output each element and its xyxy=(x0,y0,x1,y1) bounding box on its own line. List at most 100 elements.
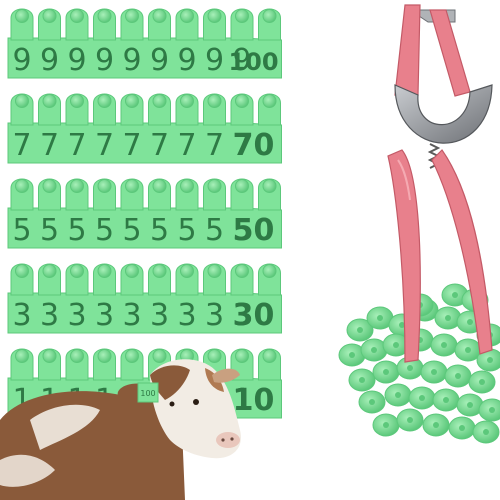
ear-tag-grid: 9 9 9 9 9 9 9 9 91007 7 7 7 7 7 7 7 7705 5 5 5 5 5 5 5 5503 3 3 3 3 3… xyxy=(7,8,282,419)
ear-tag-icon xyxy=(120,8,144,41)
tag-hole xyxy=(70,349,84,363)
tag-number: 3 xyxy=(122,298,141,333)
tag-button-stud xyxy=(445,315,451,321)
ear-tag-icon xyxy=(175,8,199,41)
ear-tag-icon xyxy=(258,263,281,296)
tag-number: 3 xyxy=(95,298,114,333)
tag-hole xyxy=(262,179,277,193)
tag-button-stud xyxy=(443,397,449,403)
tag-button-stud xyxy=(483,429,489,435)
tag-hole xyxy=(235,349,249,363)
ear-tag-icon xyxy=(203,93,226,126)
tag-number: 5 xyxy=(12,213,31,248)
tag-button-stud xyxy=(395,392,401,398)
tag-hole xyxy=(15,94,29,108)
tag-number: 9 xyxy=(205,43,224,78)
tag-hole xyxy=(152,9,167,23)
tag-button-stud xyxy=(459,425,465,431)
tag-number: 9 xyxy=(67,43,86,78)
tag-hole xyxy=(15,179,29,193)
tag-number: 7 xyxy=(150,128,169,163)
ear-tag-icon xyxy=(148,8,171,41)
tag-hole xyxy=(97,264,112,278)
tag-row: 7 7 7 7 7 7 7 7 770 xyxy=(7,93,282,164)
tag-number: 5 xyxy=(205,213,224,248)
tag-button-stud xyxy=(349,352,355,358)
tag-number: 7 xyxy=(40,128,59,163)
ear-tag-icon xyxy=(230,93,254,126)
tag-hole xyxy=(262,264,277,278)
tag-hole xyxy=(207,179,222,193)
tag-number: 5 xyxy=(177,213,196,248)
tag-number: 5 xyxy=(67,213,86,248)
tag-button-stud xyxy=(489,407,495,413)
tag-hole xyxy=(42,179,57,193)
ear-tag-icon xyxy=(65,93,89,126)
tag-row: 3 3 3 3 3 3 3 3 330 xyxy=(7,263,282,334)
ear-tag-icon xyxy=(175,178,199,211)
tag-number-last: 10 xyxy=(233,383,275,418)
ear-tag-icon xyxy=(203,8,226,41)
ear-tag-icon xyxy=(10,8,34,41)
tag-button-stud xyxy=(357,327,363,333)
tag-number: 3 xyxy=(150,298,169,333)
ear-tag-icon xyxy=(203,263,226,296)
tag-button-stud xyxy=(441,342,447,348)
tag-number: 9 xyxy=(122,43,141,78)
tag-hole xyxy=(152,264,167,278)
ear-tag-icon xyxy=(93,8,116,41)
tag-hole xyxy=(125,9,139,23)
product-illustration: 9 9 9 9 9 9 9 9 91007 7 7 7 7 7 7 7 7705 5 5 5 5 5 5 5 5503 3 3 3 3 3… xyxy=(0,4,500,500)
ear-tag-icon xyxy=(38,93,61,126)
tag-hole xyxy=(152,179,167,193)
tag-number: 3 xyxy=(67,298,86,333)
ear-tag-icon xyxy=(230,263,254,296)
tag-button-stud xyxy=(407,417,413,423)
tag-number: 9 xyxy=(95,43,114,78)
tag-hole xyxy=(125,94,139,108)
tag-number: 5 xyxy=(150,213,169,248)
tag-number: 3 xyxy=(205,298,224,333)
tag-number: 3 xyxy=(177,298,196,333)
ear-tag-icon xyxy=(65,263,89,296)
tag-hole xyxy=(207,9,222,23)
tag-hole xyxy=(180,94,194,108)
tag-number: 9 xyxy=(12,43,31,78)
ear-tag-icon xyxy=(65,178,89,211)
ear-tag-icon xyxy=(203,178,226,211)
tag-hole xyxy=(235,9,249,23)
tag-number: 9 xyxy=(150,43,169,78)
tag-hole xyxy=(15,349,29,363)
ear-tag-icon xyxy=(93,348,116,381)
tag-hole xyxy=(70,264,84,278)
tag-button-stud xyxy=(383,369,389,375)
tag-number: 7 xyxy=(67,128,86,163)
tag-hole xyxy=(70,94,84,108)
tag-hole xyxy=(125,264,139,278)
calf-tag-number: 100 xyxy=(140,389,155,398)
tag-hole xyxy=(97,94,112,108)
ear-tag-icon xyxy=(258,348,281,381)
tag-number: 7 xyxy=(205,128,224,163)
ear-tag-icon xyxy=(230,8,254,41)
product-image: 9 9 9 9 9 9 9 9 9 100 7 7 7 7 7 7 7 7 7 70 5 5 5 5 5 5 5 5 5 50 3 3 3 3 3 3… xyxy=(0,0,500,500)
ear-tag-icon xyxy=(93,178,116,211)
tag-hole xyxy=(97,9,112,23)
tag-hole xyxy=(125,179,139,193)
ear-tag-icon xyxy=(38,348,61,381)
ear-tag-icon xyxy=(148,93,171,126)
tag-hole xyxy=(180,264,194,278)
tag-hole xyxy=(262,349,277,363)
ear-tag-icon xyxy=(10,348,34,381)
tag-button-stud xyxy=(393,342,399,348)
ear-tag-icon xyxy=(148,263,171,296)
tag-number: 7 xyxy=(122,128,141,163)
tag-button-stud xyxy=(377,315,383,321)
tag-number: 9 xyxy=(177,43,196,78)
tag-hole xyxy=(207,94,222,108)
tag-button-stud xyxy=(479,379,485,385)
ear-tag-icon xyxy=(258,178,281,211)
ear-tag-icon xyxy=(120,348,144,381)
tag-hole xyxy=(42,9,57,23)
tag-number: 7 xyxy=(12,128,31,163)
